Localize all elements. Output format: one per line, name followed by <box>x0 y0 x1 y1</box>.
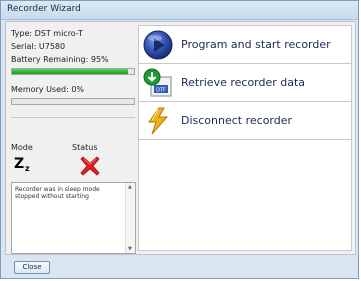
battery-progress-fill <box>12 69 128 74</box>
program-start-button[interactable]: Program and start recorder <box>139 26 351 64</box>
window-title: Recorder Wizard <box>7 4 81 14</box>
disconnect-label: Disconnect recorder <box>181 114 293 127</box>
recorder-wizard-window: Recorder Wizard Type: DST micro-T Serial… <box>0 0 359 279</box>
type-text: Type: DST micro-T <box>11 29 83 38</box>
serial-text: Serial: U7580 <box>11 42 66 51</box>
status-label: Status <box>72 143 98 152</box>
memory-text: Memory Used: 0% <box>11 85 85 94</box>
battery-text: Battery Remaining: 95% <box>11 55 109 64</box>
retrieve-data-label: Retrieve recorder data <box>181 76 306 89</box>
download-data-icon: DTF <box>143 68 173 98</box>
notes-textbox[interactable]: Recorder was in sleep mode stopped witho… <box>11 182 136 254</box>
notes-scrollbar[interactable]: ▲ ▼ <box>125 183 135 253</box>
mode-label: Mode <box>11 143 33 152</box>
error-x-icon <box>79 155 101 177</box>
svg-text:DTF: DTF <box>156 88 166 94</box>
scroll-down-arrow-icon[interactable]: ▼ <box>128 246 132 252</box>
sleep-z-icon: Z z <box>14 156 36 176</box>
retrieve-data-button[interactable]: DTF Retrieve recorder data <box>139 64 351 102</box>
mode-glyph-small: z <box>25 164 30 173</box>
mode-glyph-big: Z <box>14 156 25 172</box>
play-icon <box>143 30 173 60</box>
action-list: Program and start recorder DTF Retrieve … <box>138 25 352 251</box>
client-area: Type: DST micro-T Serial: U7580 Battery … <box>5 21 356 255</box>
close-button[interactable]: Close <box>14 261 50 274</box>
lightning-disconnect-icon <box>143 106 173 136</box>
program-start-label: Program and start recorder <box>181 38 331 51</box>
disconnect-button[interactable]: Disconnect recorder <box>139 102 351 140</box>
title-bar[interactable]: Recorder Wizard <box>1 1 358 20</box>
recorder-info-panel: Type: DST micro-T Serial: U7580 Battery … <box>9 25 137 254</box>
memory-progress-bar <box>11 98 135 105</box>
separator <box>11 117 135 118</box>
battery-progress-bar <box>11 68 135 75</box>
scroll-up-arrow-icon[interactable]: ▲ <box>128 184 132 190</box>
notes-text: Recorder was in sleep mode stopped witho… <box>15 186 100 200</box>
